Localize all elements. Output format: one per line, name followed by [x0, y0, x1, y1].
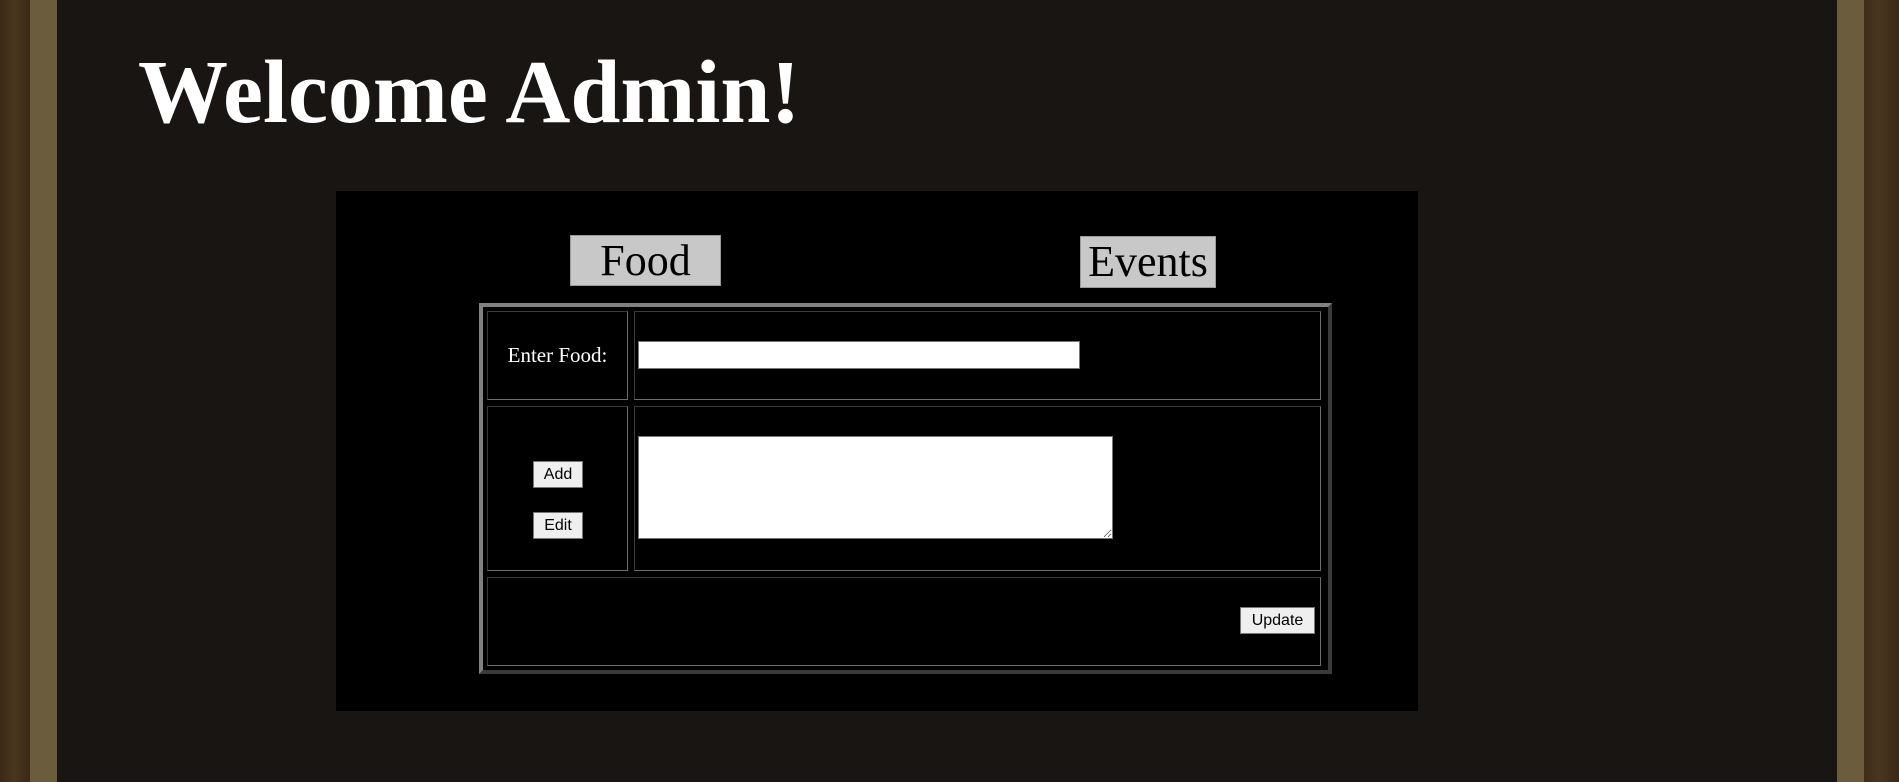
page-frame-right [1859, 0, 1899, 782]
frame-border-left [30, 0, 57, 782]
frame-border-right [1837, 0, 1864, 782]
tab-events[interactable]: Events [1080, 236, 1216, 288]
admin-content-box: Food Events Enter Food: Add Edit Update [336, 191, 1418, 711]
page-title: Welcome Admin! [138, 43, 801, 142]
edit-button[interactable]: Edit [533, 512, 583, 539]
action-buttons-cell: Add Edit [487, 406, 628, 571]
tab-food[interactable]: Food [570, 235, 721, 286]
food-input[interactable] [638, 341, 1080, 369]
add-button[interactable]: Add [533, 461, 583, 488]
enter-food-label-cell: Enter Food: [487, 311, 628, 400]
food-form-table: Enter Food: Add Edit Update [479, 303, 1332, 674]
enter-food-label: Enter Food: [507, 343, 608, 367]
food-input-cell [634, 311, 1321, 400]
update-cell: Update [487, 577, 1321, 666]
food-textarea-cell [634, 406, 1321, 571]
update-button[interactable]: Update [1240, 607, 1315, 634]
food-textarea[interactable] [638, 436, 1113, 539]
